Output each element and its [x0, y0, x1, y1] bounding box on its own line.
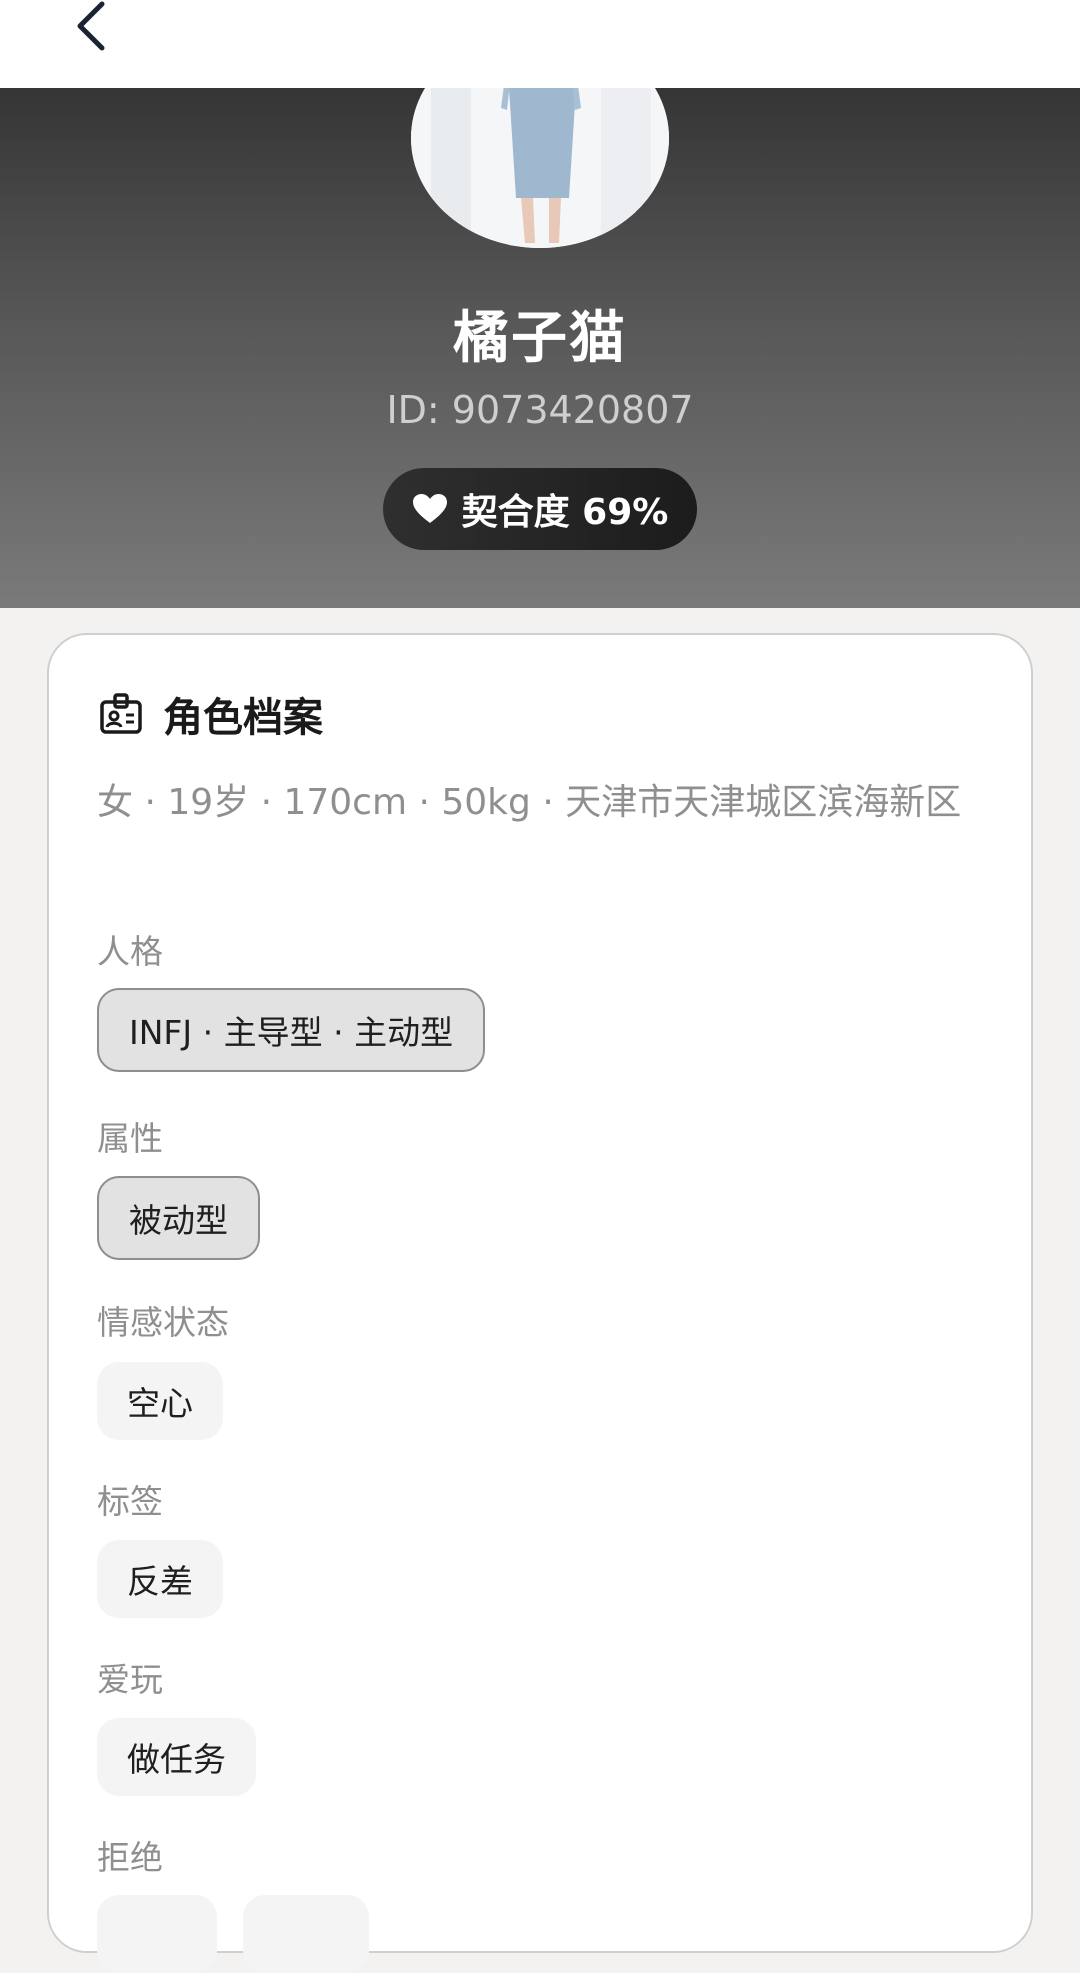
tag-refuse-2[interactable]: [243, 1895, 369, 1973]
match-badge[interactable]: 契合度 69%: [383, 468, 697, 550]
section-label-refuse: 拒绝: [97, 1838, 163, 1877]
heart-icon: [412, 494, 447, 523]
profile-id: ID: 9073420807: [386, 388, 694, 432]
section-label-tags: 标签: [97, 1482, 163, 1521]
card-title: 角色档案: [163, 695, 323, 741]
profile-header: 橘子猫 ID: 9073420807 契合度 69%: [0, 88, 1080, 608]
avatar[interactable]: [411, 88, 669, 248]
section-label-likes: 爱玩: [97, 1660, 163, 1699]
tag-label[interactable]: 反差: [97, 1540, 223, 1618]
match-label: 契合度 69%: [461, 492, 669, 533]
tag-refuse-1[interactable]: [97, 1895, 217, 1973]
section-label-personality: 人格: [97, 932, 163, 971]
chevron-left-icon: [77, 1, 105, 51]
tag-personality[interactable]: INFJ · 主导型 · 主动型: [97, 988, 486, 1072]
section-label-emotional-state: 情感状态: [97, 1303, 229, 1342]
profile-name: 橘子猫: [453, 306, 627, 371]
id-card-icon: [100, 693, 142, 734]
basic-info: 女 · 19岁 · 170cm · 50kg · 天津市天津城区滨海新区: [97, 782, 962, 823]
back-button[interactable]: [60, 0, 120, 60]
top-bar: [0, 0, 1080, 88]
section-label-attribute: 属性: [97, 1119, 163, 1158]
tag-likes[interactable]: 做任务: [97, 1718, 256, 1796]
card-header: 角色档案: [99, 685, 323, 743]
tag-attribute[interactable]: 被动型: [97, 1176, 260, 1260]
role-profile-card: 角色档案 女 · 19岁 · 170cm · 50kg · 天津市天津城区滨海新…: [47, 633, 1033, 1973]
tag-emotional-state[interactable]: 空心: [97, 1362, 223, 1440]
